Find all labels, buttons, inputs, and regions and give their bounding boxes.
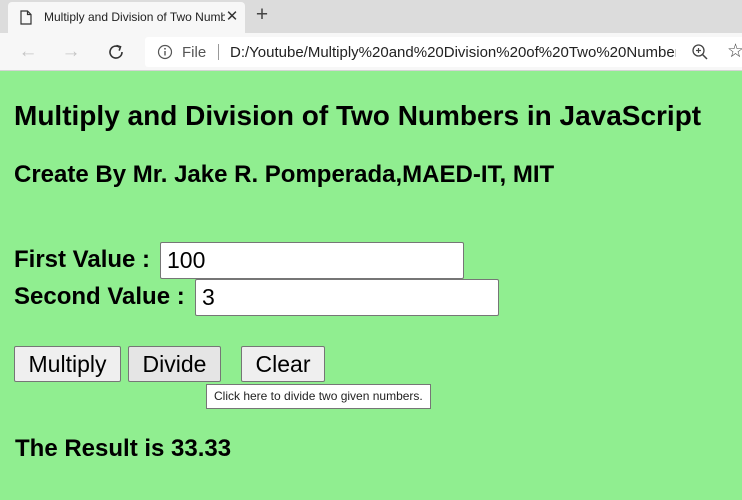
plus-icon[interactable]: +: [251, 4, 273, 26]
close-icon[interactable]: ✕: [223, 8, 241, 26]
scheme-label: File: [182, 44, 207, 61]
page-content: Multiply and Division of Two Numbers in …: [0, 71, 742, 500]
first-value-label: First Value :: [14, 246, 151, 273]
author-line: Create By Mr. Jake R. Pomperada,MAED-IT,…: [14, 161, 555, 188]
info-icon[interactable]: [157, 44, 173, 60]
browser-toolbar: ← → File D:/Youtube/Multiply%20and%20Div…: [0, 33, 742, 71]
browser-tab[interactable]: Multiply and Division of Two Numbers in …: [8, 2, 245, 33]
url-text[interactable]: D:/Youtube/Multiply%20and%20Division%20o…: [230, 44, 676, 62]
forward-arrow-icon[interactable]: →: [59, 40, 83, 64]
page-icon: [20, 10, 32, 25]
clear-button[interactable]: Clear: [241, 346, 325, 382]
second-value-input[interactable]: [195, 279, 499, 316]
divide-tooltip: Click here to divide two given numbers.: [206, 384, 431, 409]
first-value-input[interactable]: [160, 242, 464, 279]
address-bar[interactable]: File D:/Youtube/Multiply%20and%20Divisio…: [145, 37, 742, 67]
reload-icon[interactable]: [104, 40, 128, 64]
multiply-button[interactable]: Multiply: [14, 346, 121, 382]
tab-title: Multiply and Division of Two Numbers in …: [44, 10, 225, 24]
star-icon[interactable]: ☆: [727, 42, 742, 62]
back-arrow-icon[interactable]: ←: [16, 40, 40, 64]
tab-strip: Multiply and Division of Two Numbers in …: [0, 0, 742, 33]
result-text: The Result is 33.33: [15, 435, 232, 462]
second-value-label: Second Value :: [14, 283, 185, 310]
address-separator: [218, 44, 219, 60]
zoom-in-icon[interactable]: [691, 43, 709, 61]
divide-button[interactable]: Divide: [128, 346, 221, 382]
page-title: Multiply and Division of Two Numbers in …: [14, 100, 702, 131]
